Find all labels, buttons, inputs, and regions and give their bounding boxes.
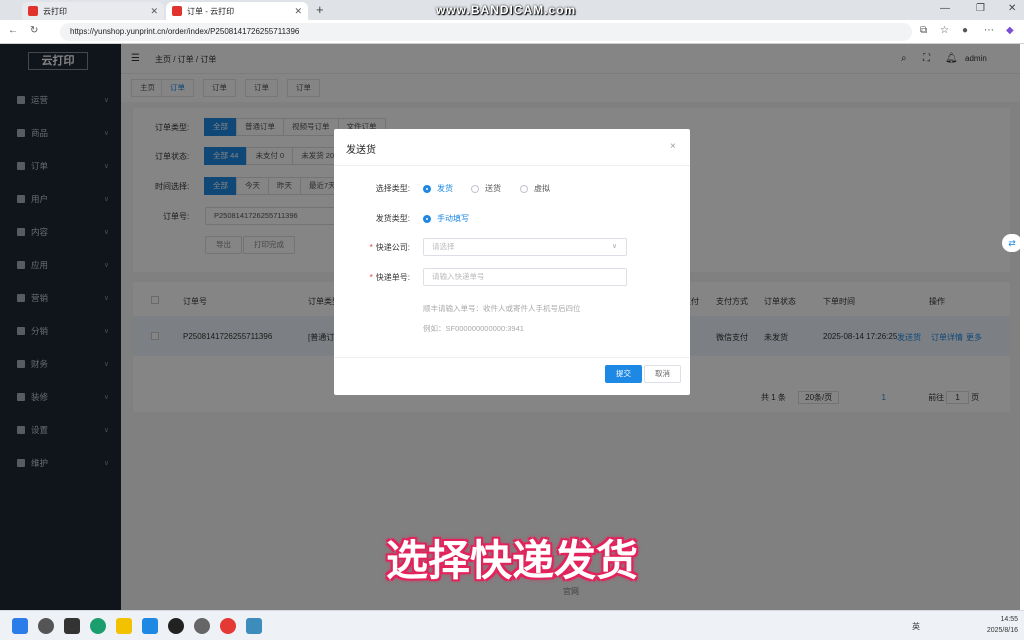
url-input[interactable]: https://yunshop.yunprint.cn/order/index/…	[60, 23, 912, 41]
translate-icon[interactable]: ⇄	[1002, 234, 1022, 252]
input-language[interactable]: 英	[912, 621, 920, 632]
tracking-number-input[interactable]: 请输入快递单号	[423, 268, 627, 286]
favorites-icon[interactable]: ☆	[940, 25, 949, 36]
close-window-icon[interactable]: ✕	[1008, 3, 1016, 14]
browser-tab-bar: 云打印 ✕ 订单 - 云打印 ✕ + www.BANDICAM.com — ❐ …	[0, 0, 1024, 20]
taskbar: 英 14:55 2025/8/16	[0, 610, 1024, 640]
back-icon[interactable]: ←	[8, 25, 18, 36]
recording-watermark: www.BANDICAM.com	[436, 3, 577, 17]
app-favicon-icon	[28, 6, 38, 16]
clock-time[interactable]: 14:55	[988, 616, 1018, 623]
file-explorer-icon[interactable]	[116, 618, 132, 634]
radio-manual[interactable]: 手动填写	[423, 213, 469, 224]
close-icon[interactable]: ×	[670, 141, 676, 152]
app-icon[interactable]	[246, 618, 262, 634]
settings-icon[interactable]	[194, 618, 210, 634]
refresh-icon[interactable]: ↻	[30, 25, 38, 36]
hint-text: 顺丰请输入单号：收件人或寄件人手机号后四位	[423, 304, 581, 313]
clock-date[interactable]: 2025/8/16	[978, 627, 1018, 634]
close-tab-icon[interactable]: ✕	[294, 6, 302, 17]
dialog-title: 发送货	[346, 145, 376, 156]
radio-ship[interactable]: 发货	[423, 183, 453, 194]
example-text: 例如：SF000000000000:3941	[423, 324, 524, 333]
app-favicon-icon	[172, 6, 182, 16]
minimize-icon[interactable]: —	[940, 3, 950, 14]
start-icon[interactable]	[12, 618, 28, 634]
divider	[334, 165, 690, 166]
submit-button[interactable]: 提交	[605, 365, 642, 383]
restore-icon[interactable]: ❐	[976, 3, 985, 14]
radio-deliver[interactable]: 送货	[471, 183, 501, 194]
ship-dialog: 发送货 × 选择类型: 发货 送货 虚拟 发货类型: 手动填写 * 快递公司: 请…	[334, 129, 690, 395]
chevron-down-icon: ∨	[612, 243, 618, 250]
record-icon[interactable]	[168, 618, 184, 634]
more-icon[interactable]: ⋯	[984, 25, 994, 36]
copilot-icon[interactable]: ◆	[1006, 25, 1014, 36]
extensions-icon[interactable]: ⧉	[920, 25, 927, 36]
close-tab-icon[interactable]: ✕	[150, 6, 158, 17]
radio-virtual[interactable]: 虚拟	[520, 183, 550, 194]
new-tab-icon[interactable]: +	[316, 2, 324, 17]
edge-icon[interactable]	[90, 618, 106, 634]
divider	[334, 357, 690, 358]
courier-select[interactable]: 请选择	[423, 238, 627, 256]
bandicam-icon[interactable]	[220, 618, 236, 634]
tab-yunprint[interactable]: 云打印 ✕	[22, 2, 164, 20]
tab-order[interactable]: 订单 - 云打印 ✕	[166, 2, 308, 20]
search-icon[interactable]	[38, 618, 54, 634]
video-caption: 选择快递发货	[385, 536, 638, 585]
profile-icon[interactable]: ●	[962, 25, 968, 36]
task-view-icon[interactable]	[64, 618, 80, 634]
cancel-button[interactable]: 取消	[644, 365, 681, 383]
address-bar: ← ↻ https://yunshop.yunprint.cn/order/in…	[0, 20, 1024, 44]
vscode-icon[interactable]	[142, 618, 158, 634]
